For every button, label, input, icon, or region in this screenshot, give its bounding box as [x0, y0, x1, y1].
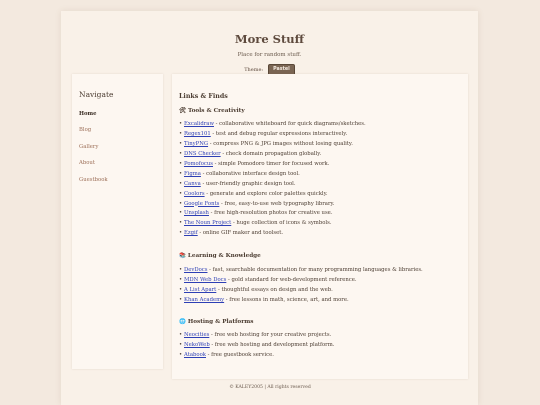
theme-label: Theme:	[244, 67, 264, 73]
link-description: - test and debug regular expressions int…	[210, 130, 348, 137]
link[interactable]: Unsplash	[184, 210, 209, 216]
link[interactable]: A List Apart	[184, 287, 216, 293]
link[interactable]: Google Fonts	[184, 201, 219, 207]
tools-list: • Excalidraw - collaborative whiteboard f…	[179, 121, 366, 241]
link-description: - generate and explore color palettes qu…	[204, 190, 328, 197]
link[interactable]: Excalidraw	[184, 121, 214, 127]
link-description: - user-friendly graphic design tool.	[200, 180, 296, 187]
section-title-hosting: 🌐 Hosting & Platforms	[179, 319, 253, 325]
section-title-tools: 🛠 Tools & Creativity	[179, 108, 245, 114]
link[interactable]: MDN Web Docs	[184, 277, 226, 283]
sidebar-item-blog[interactable]: Blog	[79, 127, 108, 143]
link-description: - collaborative interface design tool.	[200, 170, 300, 177]
hosting-list: • Neocities - free web hosting for your c…	[179, 332, 335, 363]
link-description: - online GIF maker and toolset.	[197, 230, 284, 237]
link[interactable]: TinyPNG	[184, 141, 208, 147]
link[interactable]: Ezgif	[184, 230, 198, 236]
list-item: • Ezgif - online GIF maker and toolset.	[179, 230, 284, 237]
sidebar-nav: Home Blog Gallery About Guestbook	[79, 111, 108, 193]
link-description: - thoughtful essays on design and the we…	[216, 286, 333, 293]
sidebar-item-gallery[interactable]: Gallery	[79, 144, 108, 160]
link-description: - compress PNG & JPG images without losi…	[208, 140, 353, 147]
link-description: - simple Pomodoro timer for focused work…	[213, 160, 330, 167]
link[interactable]: Regex101	[184, 131, 211, 137]
link-description: - free guestbook service.	[206, 351, 274, 358]
link-description: - free high-resolution photos for creati…	[208, 210, 333, 217]
link-description: - free lessons in math, science, art, an…	[224, 296, 349, 303]
link[interactable]: DNS Checker	[184, 151, 221, 157]
link-description: - check domain propagation globally.	[220, 150, 322, 157]
main-title: Links & Finds	[179, 93, 228, 100]
sidebar-item-home[interactable]: Home	[79, 111, 108, 127]
globe-icon: 🌐	[179, 319, 186, 325]
link[interactable]: Neocities	[184, 332, 209, 338]
main-content: Links & Finds 🛠 Tools & Creativity • Excal…	[172, 74, 468, 379]
link[interactable]: Canva	[184, 181, 201, 187]
link[interactable]: Atabook	[184, 352, 206, 358]
link-description: - free web hosting and development platf…	[209, 341, 335, 348]
list-item: • Atabook - free guestbook service.	[179, 351, 274, 358]
toolbox-icon: 🛠	[179, 108, 186, 114]
learning-list: • DevDocs - fast, searchable documentatio…	[179, 267, 423, 308]
link[interactable]: Pomofocus	[184, 161, 213, 167]
sidebar-item-about[interactable]: About	[79, 160, 108, 176]
link[interactable]: NekoWeb	[184, 342, 210, 348]
link-description: - huge collection of icons & symbols.	[231, 220, 332, 227]
page-title: More Stuff	[234, 32, 305, 46]
footer: © KALEY2005 | All rights reserved	[229, 385, 311, 390]
link[interactable]: Figma	[184, 171, 201, 177]
link[interactable]: DevDocs	[184, 267, 208, 273]
sidebar-item-guestbook[interactable]: Guestbook	[79, 177, 108, 193]
section-title-text: Learning & Knowledge	[187, 253, 261, 259]
sidebar-title: Navigate	[79, 90, 114, 99]
link[interactable]: The Noun Project	[184, 220, 231, 226]
link[interactable]: Coolors	[184, 191, 205, 197]
list-item: • Khan Academy - free lessons in math, sc…	[179, 296, 349, 303]
page-subtitle: Place for random stuff.	[237, 52, 302, 58]
link-description: - collaborative whiteboard for quick dia…	[213, 121, 366, 127]
books-icon: 📚	[179, 253, 186, 259]
link-description: - fast, searchable documentation for man…	[207, 267, 423, 273]
link-description: - free web hosting for your creative pro…	[209, 332, 332, 338]
section-title-text: Tools & Creativity	[187, 108, 245, 114]
link[interactable]: Khan Academy	[184, 297, 224, 303]
page-container: More Stuff Place for random stuff. Theme…	[61, 11, 478, 405]
link-description: - gold standard for web-development refe…	[226, 276, 357, 283]
sidebar: Navigate Home Blog Gallery About Guestbo…	[72, 74, 163, 369]
section-title-text: Hosting & Platforms	[187, 319, 254, 325]
link-description: - free, easy-to-use web typography libra…	[219, 200, 335, 207]
section-title-learning: 📚 Learning & Knowledge	[179, 253, 261, 259]
